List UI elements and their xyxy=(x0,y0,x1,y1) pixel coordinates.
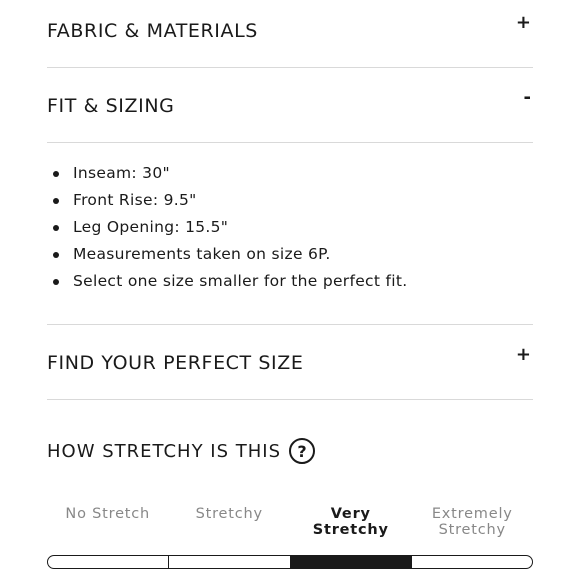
accordion-fit-sizing[interactable]: FIT & SIZING - xyxy=(47,89,533,118)
stretch-segment xyxy=(48,556,170,568)
help-icon[interactable]: ? xyxy=(289,438,316,464)
divider xyxy=(47,142,533,143)
expand-plus-icon[interactable]: + xyxy=(516,14,531,32)
list-item: Leg Opening: 15.5" xyxy=(47,217,407,244)
fit-details-list: Inseam: 30" Front Rise: 9.5" Leg Opening… xyxy=(47,163,407,298)
stretch-level-label: Stretchy xyxy=(195,506,263,522)
section-title-fabric: FABRIC & MATERIALS xyxy=(47,20,258,42)
list-item: Select one size smaller for the perfect … xyxy=(47,271,407,298)
accordion-fabric-materials[interactable]: FABRIC & MATERIALS + xyxy=(47,14,533,43)
divider xyxy=(47,399,533,400)
stretch-segment xyxy=(169,556,291,568)
stretch-segment xyxy=(290,556,412,568)
collapse-minus-icon[interactable]: - xyxy=(524,89,531,107)
list-item: Front Rise: 9.5" xyxy=(47,190,407,217)
divider xyxy=(47,324,533,325)
stretch-segment xyxy=(412,556,532,568)
list-item: Measurements taken on size 6P. xyxy=(47,244,407,271)
stretch-heading: HOW STRETCHY IS THIS ? xyxy=(47,438,316,464)
section-title-fit: FIT & SIZING xyxy=(47,95,175,117)
stretch-scale-bar xyxy=(47,555,533,569)
stretch-level-label: Very Stretchy xyxy=(312,506,389,538)
stretch-scale-labels: No Stretch Stretchy Very Stretchy Extrem… xyxy=(47,506,533,538)
list-item: Inseam: 30" xyxy=(47,163,407,190)
accordion-find-size[interactable]: FIND YOUR PERFECT SIZE + xyxy=(47,346,533,375)
expand-plus-icon[interactable]: + xyxy=(516,346,531,364)
divider xyxy=(47,67,533,68)
product-details-panel: FABRIC & MATERIALS + FIT & SIZING - Inse… xyxy=(0,0,580,580)
section-title-find-size: FIND YOUR PERFECT SIZE xyxy=(47,352,304,374)
stretch-level-label: Extremely Stretchy xyxy=(431,506,513,538)
stretch-title: HOW STRETCHY IS THIS xyxy=(47,440,282,462)
stretch-level-label: No Stretch xyxy=(65,506,151,522)
